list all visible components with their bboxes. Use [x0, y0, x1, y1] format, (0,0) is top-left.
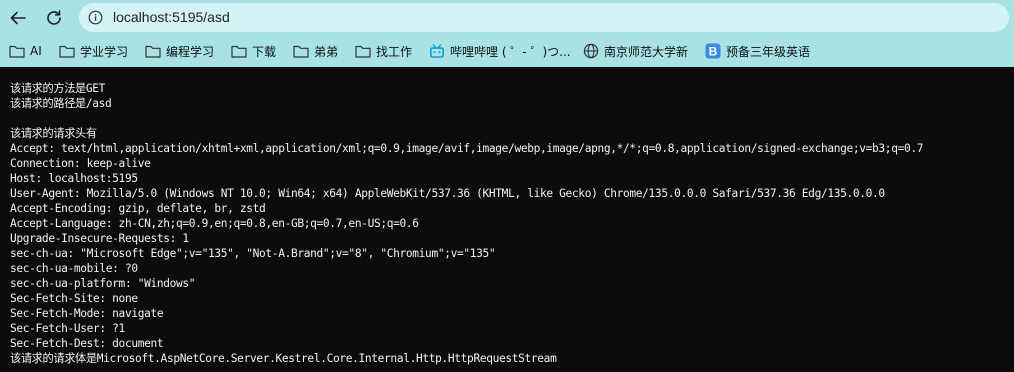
bookmark-bilibili[interactable]: 哔哩哔哩 ( ゜- ゜)つ... — [429, 42, 571, 60]
header-line-accept-language: Accept-Language: zh-CN,zh;q=0.9,en;q=0.8… — [10, 217, 419, 230]
body-line: 该请求的请求体是Microsoft.AspNetCore.Server.Kest… — [10, 352, 557, 365]
bookmark-programming[interactable]: 编程学习 — [145, 42, 214, 60]
method-line: 该请求的方法是GET — [10, 82, 106, 95]
bookmarks-bar: AI 学业学习 编程学习 下载 弟弟 找工作 哔哩哔哩 ( ゜- ゜)つ... … — [0, 36, 1014, 67]
browser-toolbar: localhost:5195/asd — [0, 0, 1014, 36]
refresh-button[interactable] — [43, 7, 65, 29]
bookmark-english[interactable]: B 预备三年级英语 — [705, 42, 810, 60]
bookmark-downloads[interactable]: 下载 — [231, 42, 276, 60]
bookmark-label: 下载 — [252, 44, 277, 59]
header-line-sec-ch-ua-mobile: sec-ch-ua-mobile: ?0 — [10, 262, 138, 275]
header-line-sec-ch-ua: sec-ch-ua: "Microsoft Edge";v="135", "No… — [10, 247, 496, 260]
bookmark-label: 弟弟 — [314, 44, 339, 59]
header-line-accept-encoding: Accept-Encoding: gzip, deflate, br, zstd — [10, 202, 266, 215]
folder-icon — [355, 43, 371, 59]
path-line: 该请求的路径是/asd — [10, 97, 112, 110]
bing-b-icon: B — [705, 43, 721, 59]
site-info-icon[interactable] — [88, 10, 103, 29]
bookmark-label: 找工作 — [376, 44, 413, 59]
headers-heading: 该请求的请求头有 — [10, 127, 97, 140]
header-line-accept: Accept: text/html,application/xhtml+xml,… — [10, 142, 924, 155]
bookmark-label: 南京师范大学新 — [604, 44, 689, 59]
folder-icon — [145, 43, 161, 59]
bookmark-label: 哔哩哔哩 ( ゜- ゜)つ... — [450, 44, 571, 59]
folder-icon — [293, 43, 309, 59]
back-arrow-icon — [10, 11, 26, 25]
bookmark-label: 编程学习 — [166, 44, 215, 59]
bookmark-study[interactable]: 学业学习 — [59, 42, 128, 60]
header-line-sec-ch-ua-platform: sec-ch-ua-platform: "Windows" — [10, 277, 196, 290]
header-line-connection: Connection: keep-alive — [10, 157, 151, 170]
bookmark-ai[interactable]: AI — [9, 42, 42, 60]
bilibili-icon — [429, 43, 445, 59]
bookmark-label: 学业学习 — [80, 44, 129, 59]
bookmark-brother[interactable]: 弟弟 — [293, 42, 338, 60]
bookmark-label: 预备三年级英语 — [726, 44, 811, 59]
header-line-host: Host: localhost:5195 — [10, 172, 138, 185]
blank-line — [10, 111, 923, 126]
folder-icon — [9, 43, 25, 59]
bookmark-njnu[interactable]: 南京师范大学新 — [583, 42, 688, 60]
header-line-sec-fetch-dest: Sec-Fetch-Dest: document — [10, 337, 164, 350]
header-line-sec-fetch-mode: Sec-Fetch-Mode: navigate — [10, 307, 164, 320]
response-text: 该请求的方法是GET 该请求的路径是/asd 该请求的请求头有 Accept: … — [10, 81, 923, 366]
url-text[interactable]: localhost:5195/asd — [113, 9, 230, 25]
globe-icon — [583, 43, 599, 59]
header-line-sec-fetch-user: Sec-Fetch-User: ?1 — [10, 322, 125, 335]
page-content: 该请求的方法是GET 该请求的路径是/asd 该请求的请求头有 Accept: … — [0, 67, 1014, 372]
address-bar[interactable]: localhost:5195/asd — [79, 3, 1009, 32]
folder-icon — [59, 43, 75, 59]
bookmark-label: AI — [30, 44, 42, 58]
refresh-icon — [47, 10, 61, 25]
folder-icon — [231, 43, 247, 59]
header-line-user-agent: User-Agent: Mozilla/5.0 (Windows NT 10.0… — [10, 187, 885, 200]
header-line-sec-fetch-site: Sec-Fetch-Site: none — [10, 292, 138, 305]
back-button[interactable] — [7, 7, 29, 29]
bookmark-job[interactable]: 找工作 — [355, 42, 412, 60]
svg-text:B: B — [709, 44, 718, 58]
header-line-upgrade-insecure: Upgrade-Insecure-Requests: 1 — [10, 232, 189, 245]
